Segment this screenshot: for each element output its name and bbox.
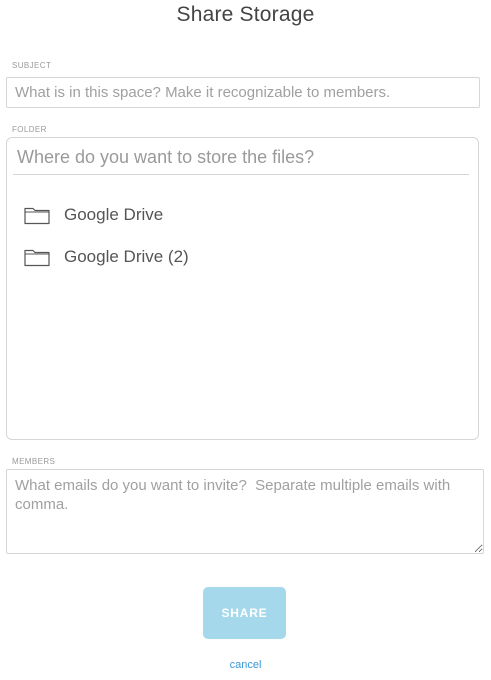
members-input[interactable] [6, 469, 484, 554]
folder-item-label: Google Drive (2) [64, 247, 189, 266]
folder-item[interactable]: Google Drive (2) [24, 243, 464, 271]
folder-icon [24, 207, 50, 225]
dialog-title: Share Storage [176, 3, 315, 26]
folder-item-label: Google Drive [64, 205, 164, 224]
subject-input[interactable] [6, 77, 480, 108]
cancel-link[interactable]: cancel [0, 659, 491, 671]
folder-picker: Google Drive Google Drive (2) [6, 137, 479, 440]
folder-label: FOLDER [12, 125, 47, 134]
folder-icon [24, 249, 50, 267]
folder-item[interactable]: Google Drive [24, 201, 464, 229]
subject-label: SUBJECT [12, 61, 52, 70]
members-label: MEMBERS [12, 457, 56, 466]
folder-search-input[interactable] [13, 141, 469, 175]
share-button[interactable]: SHARE [203, 587, 286, 639]
